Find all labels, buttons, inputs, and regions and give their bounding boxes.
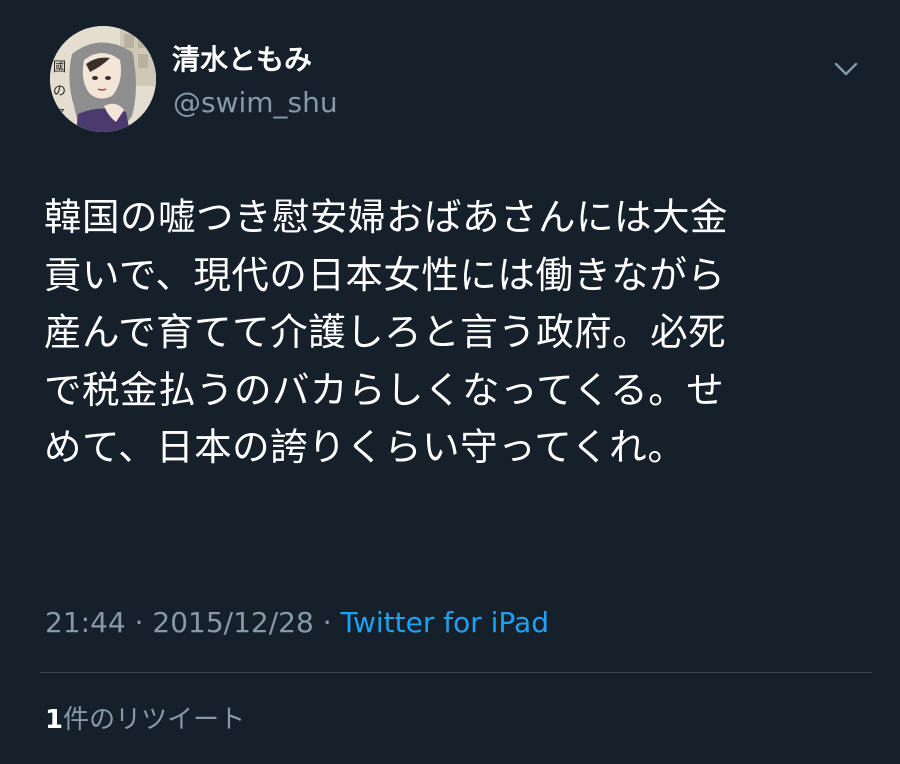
avatar-glyph: の — [53, 84, 67, 99]
tweet-time[interactable]: 21:44 — [45, 606, 126, 639]
display-name[interactable]: 清水ともみ — [172, 40, 312, 80]
tweet-card: ノ 國 の 名 清水ともみ @swim_shu 韓国の嘘つき慰安婦おばあさんには… — [0, 0, 900, 764]
tweet-source-link[interactable]: Twitter for iPad — [341, 606, 549, 639]
user-handle[interactable]: @swim_shu — [173, 84, 338, 122]
avatar-glyph: 名 — [53, 108, 67, 123]
tweet-text-line: 産んで育てて介護しろと言う政府。必死 — [44, 310, 727, 354]
retweet-label: 件のリツイート — [63, 705, 246, 735]
meta-separator: · — [125, 606, 153, 639]
tweet-text-line: で税金払うのバカらしくなってくる。せ — [44, 367, 725, 412]
divider — [40, 672, 872, 673]
tweet-date[interactable]: 2015/12/28 — [152, 606, 313, 639]
avatar-glyph: ノ — [53, 34, 67, 49]
tweet-text-line: 貢いで、現代の日本女性には働きながら — [44, 252, 726, 297]
retweet-count: 1 — [45, 705, 64, 735]
tweet-text-line: めて、日本の誇りくらい守ってくれ。 — [44, 425, 686, 469]
avatar-glyph: 國 — [53, 60, 67, 75]
retweet-stats[interactable]: 1件のリツイート — [45, 700, 245, 740]
avatar[interactable]: ノ 國 の 名 — [50, 26, 156, 132]
tweet-metadata: 21:44 · 2015/12/28 · Twitter for iPad — [45, 603, 549, 643]
tweet-text: 韓国の嘘つき慰安婦おばあさんには大金 貢いで、現代の日本女性には働きながら 産ん… — [44, 189, 864, 477]
chevron-down-icon[interactable] — [832, 55, 860, 83]
tweet-text-line: 韓国の嘘つき慰安婦おばあさんには大金 — [44, 195, 728, 239]
meta-separator: · — [313, 606, 341, 639]
